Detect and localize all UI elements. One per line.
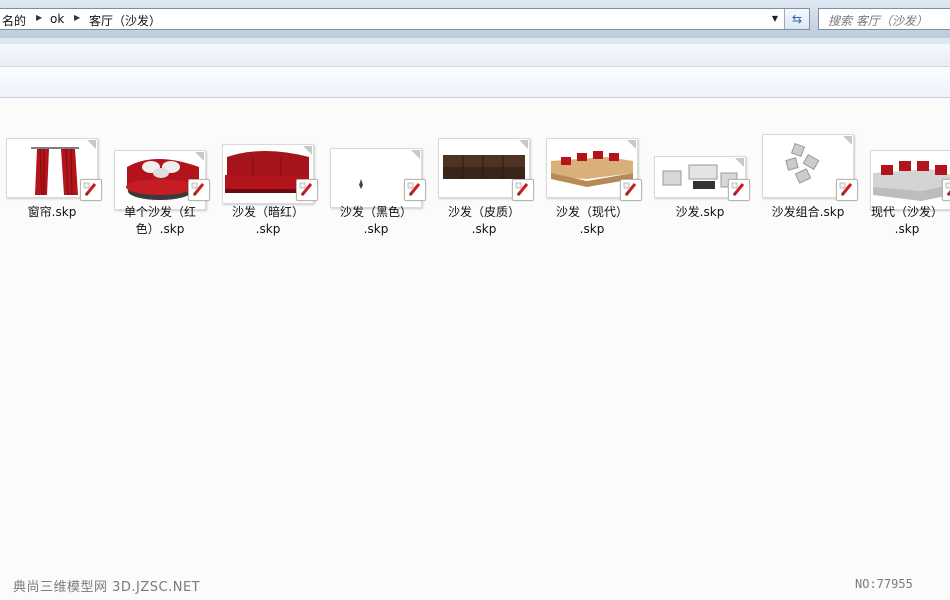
sketchup-file-icon <box>512 179 534 201</box>
file-name: 沙发（暗红） .skp <box>231 205 304 236</box>
file-name: 现代（沙发） .skp <box>870 205 943 236</box>
refresh-icon[interactable]: ⇆ <box>784 9 809 29</box>
breadcrumb-item[interactable]: 客厅（沙发） <box>89 12 161 29</box>
watermark-text: 典尚三维模型网 3D.JZSC.NET <box>13 580 201 595</box>
file-name: 窗帘.skp <box>27 205 77 219</box>
chevron-down-icon[interactable]: ▼ <box>767 9 783 29</box>
sketchup-file-icon <box>188 179 210 201</box>
file-name: 沙发（现代） .skp <box>555 205 628 236</box>
column-header-area <box>0 67 950 98</box>
sketchup-file-icon <box>404 179 426 201</box>
breadcrumb-separator-icon[interactable]: ▶ <box>36 13 42 22</box>
sketchup-file-icon <box>836 179 858 201</box>
file-name: 沙发组合.skp <box>771 205 845 219</box>
modern-corner-sofa-thumbnail-icon <box>873 161 950 201</box>
address-bar[interactable]: 名的 ▶ ok ▶ 客厅（沙发） ▼ ⇆ <box>0 8 810 30</box>
search-input[interactable]: 搜索 客厅（沙发） <box>818 8 950 30</box>
watermark-id: NO:77955 <box>855 577 913 591</box>
address-toolbar: 名的 ▶ ok ▶ 客厅（沙发） ▼ ⇆ 搜索 客厅（沙发） <box>0 0 950 39</box>
breadcrumb-separator-icon[interactable]: ▶ <box>74 13 80 22</box>
breadcrumb-item[interactable]: ok <box>50 12 64 26</box>
command-bar <box>0 44 950 67</box>
file-name: 沙发（黑色） .skp <box>339 205 412 236</box>
breadcrumb-item[interactable]: 名的 <box>2 12 26 29</box>
sketchup-file-icon <box>728 179 750 201</box>
file-name: 沙发（皮质） .skp <box>447 205 520 236</box>
sketchup-file-icon <box>296 179 318 201</box>
sketchup-file-icon <box>80 179 102 201</box>
file-thumbnail[interactable] <box>870 150 950 210</box>
file-name: 沙发.skp <box>675 205 725 219</box>
sketchup-file-icon <box>942 179 950 201</box>
file-name: 单个沙发（红 色）.skp <box>123 205 196 236</box>
sketchup-file-icon <box>620 179 642 201</box>
